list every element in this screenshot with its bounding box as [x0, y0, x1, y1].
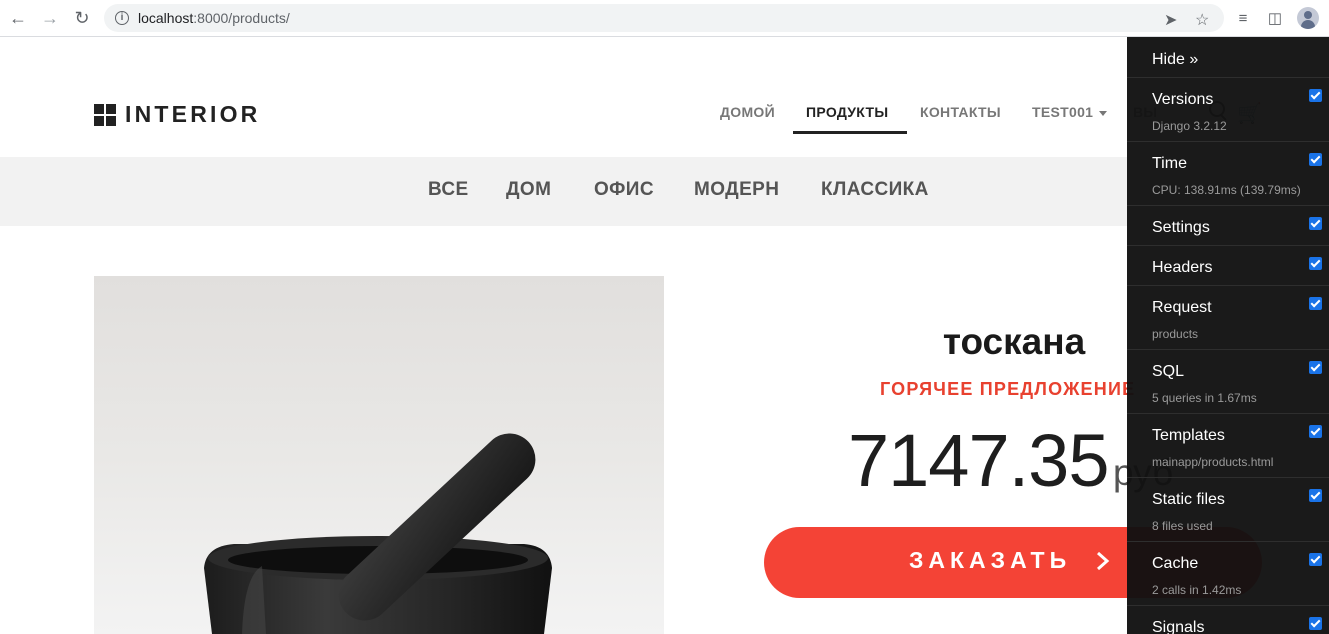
product-title: тоскана [942, 321, 1086, 362]
nav-home[interactable]: ДОМОЙ [720, 104, 775, 120]
debug-panel-sub: 8 files used [1152, 519, 1213, 533]
debug-panel-time[interactable]: Time CPU: 138.91ms (139.79ms) [1127, 141, 1329, 205]
side-panel-icon[interactable]: ◫ [1265, 8, 1285, 28]
debug-panel-checkbox[interactable] [1309, 361, 1322, 374]
reload-icon[interactable]: ↻ [70, 6, 94, 30]
debug-panel-checkbox[interactable] [1309, 297, 1322, 310]
debug-panel-checkbox[interactable] [1309, 153, 1322, 166]
debug-panel-settings[interactable]: Settings [1127, 205, 1329, 245]
product-price: 7147.35 [848, 419, 1109, 502]
debug-panel-checkbox[interactable] [1309, 257, 1322, 270]
debug-panel-checkbox[interactable] [1309, 89, 1322, 102]
nav-products[interactable]: ПРОДУКТЫ [806, 104, 888, 120]
nav-contacts[interactable]: КОНТАКТЫ [920, 104, 1001, 120]
category-office[interactable]: ОФИС [594, 179, 654, 201]
site-info-icon[interactable]: i [115, 11, 129, 25]
debug-panel-sub: CPU: 138.91ms (139.79ms) [1152, 183, 1301, 197]
caret-down-icon [1099, 110, 1108, 116]
category-modern[interactable]: МОДЕРН [694, 179, 779, 201]
chevron-right-icon [1097, 551, 1110, 571]
debug-panel-label: SQL [1152, 363, 1185, 380]
category-all[interactable]: ВСЕ [428, 179, 469, 201]
debug-panel-label: Templates [1152, 427, 1225, 444]
debug-panel-checkbox[interactable] [1309, 489, 1322, 502]
url-text[interactable]: localhost:8000/products/ [138, 10, 290, 26]
debug-panel-label: Cache [1152, 555, 1199, 572]
debug-panel-cache[interactable]: Cache 2 calls in 1.42ms [1127, 541, 1329, 605]
debug-panel-label: Signals [1152, 619, 1205, 634]
debug-panel-headers[interactable]: Headers [1127, 245, 1329, 285]
mortar-pestle-illustration [204, 433, 552, 634]
debug-panel-sql[interactable]: SQL 5 queries in 1.67ms [1127, 349, 1329, 413]
debug-panel-checkbox[interactable] [1309, 617, 1322, 630]
debug-panel-request[interactable]: Request products [1127, 285, 1329, 349]
reading-list-icon[interactable]: ≡ [1233, 8, 1253, 28]
nav-user-label: TEST001 [1032, 104, 1094, 120]
debug-panel-static-files[interactable]: Static files 8 files used [1127, 477, 1329, 541]
debug-panel-label: Time [1152, 155, 1187, 172]
category-classic[interactable]: КЛАССИКА [821, 179, 929, 201]
debug-panel-label: Request [1152, 299, 1212, 316]
address-bar[interactable]: i localhost:8000/products/ ➤ ☆ [104, 4, 1224, 32]
debug-toolbar-hide-button[interactable]: Hide » [1152, 51, 1198, 69]
debug-panel-label: Static files [1152, 491, 1225, 508]
debug-panel-sub: 5 queries in 1.67ms [1152, 391, 1257, 405]
nav-user-dropdown[interactable]: TEST001 [1032, 104, 1108, 120]
debug-panel-checkbox[interactable] [1309, 553, 1322, 566]
logo-text: INTERIOR [125, 101, 261, 127]
debug-panel-checkbox[interactable] [1309, 425, 1322, 438]
category-home[interactable]: ДОМ [506, 179, 551, 201]
debug-panel-label: Versions [1152, 91, 1214, 108]
browser-toolbar: ← → ↻ i localhost:8000/products/ ➤ ☆ ≡ ◫ [0, 0, 1329, 37]
debug-panel-sub: products [1152, 327, 1199, 341]
back-icon[interactable]: ← [6, 6, 30, 30]
profile-avatar-icon[interactable] [1297, 7, 1319, 29]
debug-toolbar: Hide » Versions Django 3.2.12 Time CPU: … [1127, 37, 1329, 634]
bookmark-star-icon[interactable]: ☆ [1195, 10, 1209, 30]
debug-panel-label: Headers [1152, 259, 1213, 276]
hot-offer-label: ГОРЯЧЕЕ ПРЕДЛОЖЕНИЕ [880, 379, 1136, 399]
nav-active-indicator [793, 131, 907, 134]
send-icon[interactable]: ➤ [1164, 10, 1177, 30]
debug-panel-label: Settings [1152, 219, 1210, 236]
logo-grid-icon [94, 103, 116, 126]
order-button-label: ЗАКАЗАТЬ [909, 547, 1072, 573]
debug-panel-checkbox[interactable] [1309, 217, 1322, 230]
debug-panel-sub: Django 3.2.12 [1152, 119, 1227, 133]
product-image[interactable] [94, 276, 664, 634]
debug-panel-versions[interactable]: Versions Django 3.2.12 [1127, 77, 1329, 141]
debug-panel-sub: 2 calls in 1.42ms [1152, 583, 1242, 597]
debug-panel-sub: mainapp/products.html [1152, 455, 1274, 469]
site-logo[interactable]: INTERIOR [94, 101, 261, 128]
forward-icon[interactable]: → [38, 6, 62, 30]
debug-panel-signals[interactable]: Signals [1127, 605, 1329, 634]
debug-panel-templates[interactable]: Templates mainapp/products.html [1127, 413, 1329, 477]
